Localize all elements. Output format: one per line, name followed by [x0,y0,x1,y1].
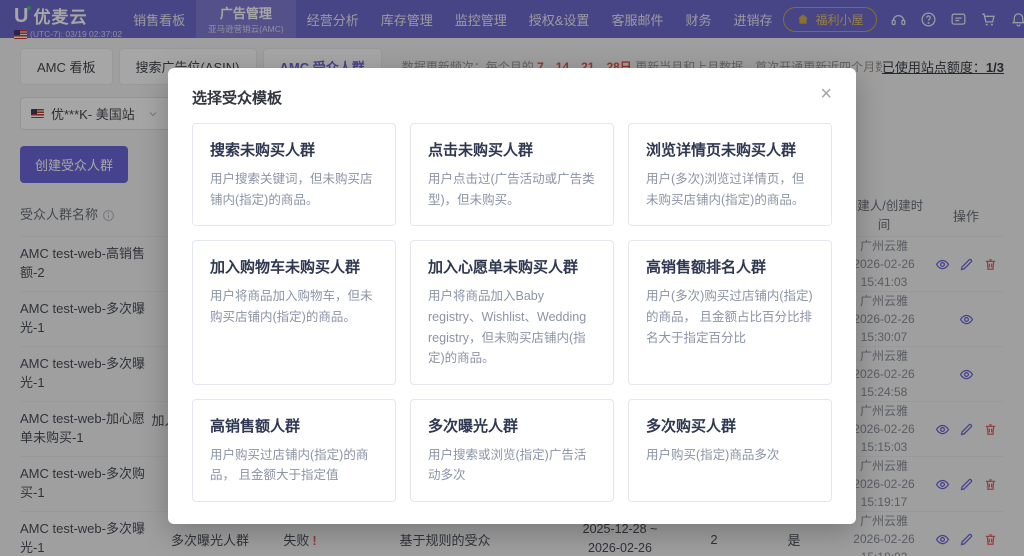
template-card-click-no-purchase[interactable]: 点击未购买人群 用户点击过(广告活动或广告类型)，但未购买。 [410,123,614,226]
template-card-add-wishlist-no-purchase[interactable]: 加入心愿单未购买人群 用户将商品加入Baby registry、Wishlist… [410,240,614,385]
audience-template-modal: 选择受众模板 × 搜索未购买人群 用户搜索关键词，但未购买店铺内(指定)的商品。… [168,68,856,524]
page: U 优麦云 (UTC-7): 03/19 02:37:02 销售看板 广告管理 … [0,0,1024,556]
template-card-add-cart-no-purchase[interactable]: 加入购物车未购买人群 用户将商品加入购物车，但未购买店铺内(指定)的商品。 [192,240,396,385]
close-icon[interactable]: × [816,80,836,108]
modal-title: 选择受众模板 [168,68,856,123]
template-card-view-detail-no-purchase[interactable]: 浏览详情页未购买人群 用户(多次)浏览过详情页，但未购买店铺内(指定)的商品。 [628,123,832,226]
template-card-grid: 搜索未购买人群 用户搜索关键词，但未购买店铺内(指定)的商品。 点击未购买人群 … [168,123,856,524]
template-card-search-no-purchase[interactable]: 搜索未购买人群 用户搜索关键词，但未购买店铺内(指定)的商品。 [192,123,396,226]
template-card-high-sales-rank[interactable]: 高销售额排名人群 用户(多次)购买过店铺内(指定)的商品， 且金额占比百分比排名… [628,240,832,385]
template-card-multi-exposure[interactable]: 多次曝光人群 用户搜索或浏览(指定)广告活动多次 [410,399,614,502]
template-card-multi-purchase[interactable]: 多次购买人群 用户购买(指定)商品多次 [628,399,832,502]
template-card-high-sales[interactable]: 高销售额人群 用户购买过店铺内(指定)的商品， 且金额大于指定值 [192,399,396,502]
